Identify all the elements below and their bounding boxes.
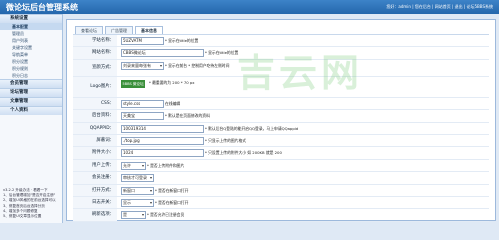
field-note: * 是否在新窗口打开 (155, 199, 189, 205)
qq-appid-input[interactable]: 100319314 (121, 124, 204, 133)
sidebar-item-points-rules[interactable]: 积分规则 (0, 65, 62, 72)
field-note: * 显示在title的位置 (165, 38, 199, 43)
top-links[interactable]: 您好：admin | 您在后台 | 网站首页 | 退出 | 论坛5BBS系统 (386, 4, 493, 10)
field-label: CSS： (73, 97, 117, 110)
refresh-option-select[interactable]: 是 (121, 211, 146, 220)
sidebar-item-points[interactable]: 积分设置 (0, 58, 62, 65)
admin-info-input[interactable]: 天美宝 (121, 112, 164, 121)
sidebar-item-keywords[interactable]: 关键字设置 (0, 44, 62, 51)
user-upload-select[interactable]: 允许 (121, 161, 146, 170)
top-header: 微论坛后台管理系统 您好：admin | 您在后台 | 网站首页 | 退出 | … (0, 0, 499, 14)
field-label: 日志开关： (73, 196, 117, 209)
settings-form: 学站名称： 5UZVATM * 显示在title的位置 网站名称： CBBS微论… (73, 34, 489, 222)
main-panel: 查看论坛 广告管理 基本信息 学站名称： 5UZVATM * 显示在title的… (66, 19, 496, 222)
field-label: 宣颜方式： (73, 59, 117, 76)
sidebar-item-basic-config[interactable]: 基本配置 (0, 23, 62, 30)
tab-view-forum[interactable]: 查看论坛 (75, 26, 103, 34)
sidebar-item-points-log[interactable]: 积分日志 (0, 72, 62, 79)
field-note: * 是否允许已注册会员 (147, 212, 185, 218)
tab-ads[interactable]: 广告管理 (105, 26, 133, 34)
sidebar-group-system[interactable]: 系统设置 (0, 14, 62, 23)
sidebar-group-profile[interactable]: 个人资料 (0, 106, 62, 115)
sidebar-notes: v3.2.2 升级办法 · 看看一下 1、后台管理增加"是否开启注册" 2、增加… (3, 188, 61, 219)
field-label: 学站名称： (73, 35, 117, 47)
field-label: 附件大小： (73, 147, 117, 159)
site-code-input[interactable]: 5UZVATM (121, 37, 164, 45)
sidebar-group-members[interactable]: 会员管理 (0, 79, 62, 88)
field-note: * 默认后台Q登陆的能开启QQ登录，马上申请QQappid (205, 125, 299, 131)
app-title: 微论坛后台管理系统 (6, 3, 78, 12)
display-mode-select[interactable]: 刘录来量每张有 (121, 61, 164, 70)
field-label: 屏蔽词： (73, 134, 117, 147)
field-note: * 显示在前台 * 控制用户吃待左侧时间 (165, 62, 230, 68)
field-label: 会员注册： (73, 172, 117, 184)
field-label: 用户上传： (73, 159, 117, 172)
field-note: * 是否上传附件和图片 (147, 162, 185, 168)
sidebar-item-users[interactable]: 用户列表 (0, 37, 62, 44)
sidebar-group-articles[interactable]: 文章管理 (0, 97, 62, 106)
field-note: * 只显示上传的图片格式 (205, 137, 247, 143)
field-label: Logo图片： (73, 76, 117, 97)
field-note: * 默认是在页面修改的资料 (165, 113, 210, 119)
field-label: 打开方式： (73, 184, 117, 196)
sidebar-item-admins[interactable]: 管理员 (0, 30, 62, 37)
field-label: 网站名称： (73, 47, 117, 59)
field-note: * 最重要的为 200 * 70 px (149, 79, 195, 85)
tab-bar: 查看论坛 广告管理 基本信息 (75, 26, 165, 34)
filter-input[interactable]: ./top.jpg (121, 136, 204, 145)
field-note: * 是否在新窗口打开 (155, 187, 189, 193)
css-input[interactable]: style.css (121, 99, 164, 108)
field-note: * 显示在title的位置 (205, 50, 239, 56)
tab-basic-info[interactable]: 基本信息 (135, 26, 163, 34)
open-mode-select[interactable]: 新窗口 (121, 186, 154, 195)
member-register-select[interactable]: 审核才可登录 (121, 174, 154, 183)
sidebar: 系统设置 基本配置 管理员 用户列表 关键字设置 导航菜单 积分设置 积分规则 … (0, 14, 63, 223)
note-line: 5、修复UI文章显示位置 (3, 214, 42, 219)
field-label: 刷新选项： (73, 209, 117, 221)
field-label: 后台资料： (73, 110, 117, 122)
attachment-size-input[interactable]: 1024 (121, 149, 204, 158)
site-name-input[interactable]: CBBS微论坛 (121, 49, 204, 58)
note-line: 2、增加UI风格的在前台选择可以 (3, 198, 56, 203)
field-note: * 只设置上传的附件大小 如 200KB 就是 200 (205, 150, 282, 156)
log-switch-select[interactable]: 显示 (121, 198, 154, 207)
sidebar-item-nav-menu[interactable]: 导航菜单 (0, 51, 62, 58)
css-edit-link[interactable]: 在线编辑 (165, 101, 180, 107)
field-label: QQAPPID： (73, 122, 117, 134)
sidebar-group-forum[interactable]: 论坛管理 (0, 88, 62, 97)
logo-image[interactable]: 5BBS 微论坛 (121, 79, 145, 88)
